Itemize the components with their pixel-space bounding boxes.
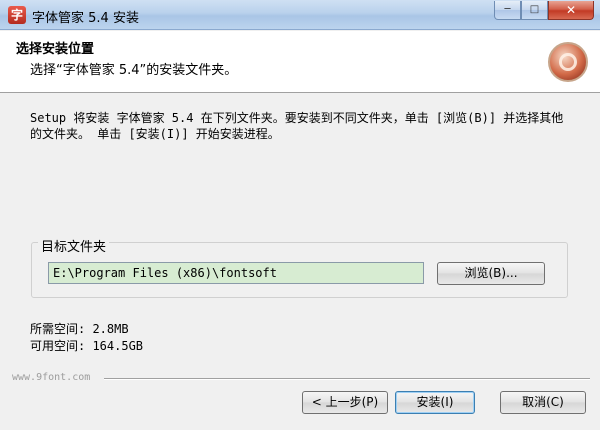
minimize-button[interactable]: ─	[494, 1, 521, 20]
destination-group-label: 目标文件夹	[38, 236, 110, 255]
window-title: 字体管家 5.4 安装	[32, 11, 139, 26]
footer-separator	[104, 378, 590, 380]
back-button[interactable]: < 上一步(P)	[302, 391, 388, 414]
page-subtitle: 选择“字体管家 5.4”的安装文件夹。	[30, 63, 238, 78]
cancel-button[interactable]: 取消(C)	[500, 391, 586, 414]
installer-logo-icon	[548, 42, 588, 82]
install-description: Setup 将安装 字体管家 5.4 在下列文件夹。要安装到不同文件夹，单击 […	[30, 111, 564, 141]
close-button[interactable]: ✕	[548, 1, 594, 20]
page-title: 选择安装位置	[16, 42, 95, 57]
destination-path-input[interactable]: E:\Program Files (x86)\fontsoft	[48, 262, 424, 284]
space-required-label: 所需空间: 2.8MB	[30, 322, 129, 336]
browse-button[interactable]: 浏览(B)...	[437, 262, 545, 285]
logo-ring	[559, 53, 577, 71]
title-bar[interactable]: 字 字体管家 5.4 安装 ─ □ ✕	[0, 0, 600, 30]
watermark-text: www.9font.com	[12, 372, 91, 383]
maximize-button[interactable]: □	[521, 1, 548, 20]
caption-buttons: ─ □ ✕	[494, 1, 594, 21]
install-button[interactable]: 安装(I)	[395, 391, 475, 414]
font-manager-icon: 字	[8, 6, 26, 24]
wizard-header: 选择安装位置 选择“字体管家 5.4”的安装文件夹。	[0, 31, 600, 93]
space-available-label: 可用空间: 164.5GB	[30, 339, 144, 353]
